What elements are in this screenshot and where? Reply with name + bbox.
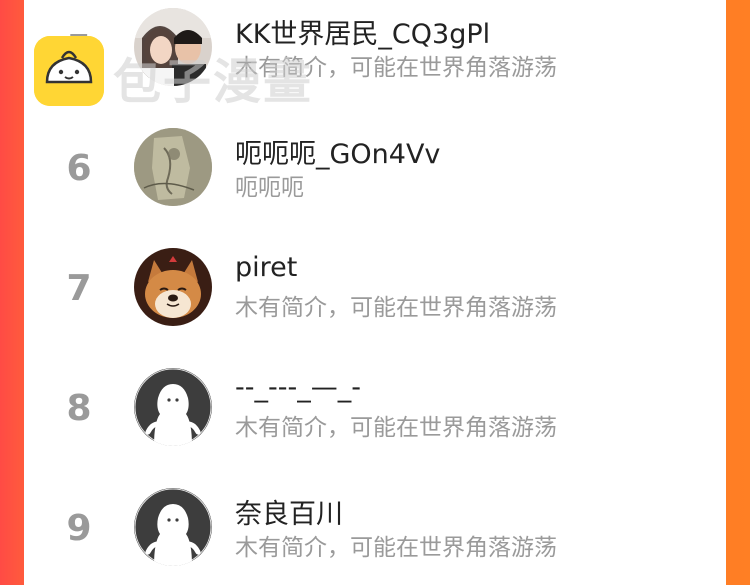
user-name[interactable]: 奈良百川 [235, 492, 343, 531]
rank-number: 9 [66, 508, 92, 549]
user-bio: 木有简介，可能在世界角落游荡 [235, 415, 557, 441]
rank-number: 7 [66, 268, 92, 309]
shiba-dog-avatar[interactable] [134, 248, 212, 326]
user-bio: 呃呃呃 [235, 175, 304, 201]
user-row[interactable]: 6 呃呃呃_GOn4Vv 呃呃呃 [24, 112, 726, 222]
user-bio: 木有简介，可能在世界角落游荡 [235, 535, 557, 561]
user-row[interactable]: 7 piret 木有简介，可能在世界角落游荡 [24, 232, 726, 342]
rank-number: 8 [66, 388, 92, 429]
user-row[interactable]: 9 奈良百川 木有简介，可能在世界角落游荡 [24, 472, 726, 582]
default-ghost-avatar[interactable] [134, 488, 212, 566]
user-name[interactable]: 呃呃呃_GOn4Vv [235, 132, 440, 171]
watermark-text: 包子漫畫 [113, 54, 314, 110]
user-row[interactable]: 8 --_---_—_- 木有简介，可能在世界角落游荡 [24, 352, 726, 462]
user-name[interactable]: --_---_—_- [235, 372, 361, 403]
default-ghost-avatar[interactable] [134, 368, 212, 446]
page: 5 KK世界居民_CQ3gPl 木有简介，可能在世界角落游荡 6 [0, 0, 750, 585]
baozi-logo-icon [34, 36, 104, 106]
rank-number: 6 [66, 148, 92, 189]
sketch-photo-avatar[interactable] [134, 128, 212, 206]
user-bio: 木有简介，可能在世界角落游荡 [235, 295, 557, 321]
user-name[interactable]: piret [235, 252, 297, 283]
